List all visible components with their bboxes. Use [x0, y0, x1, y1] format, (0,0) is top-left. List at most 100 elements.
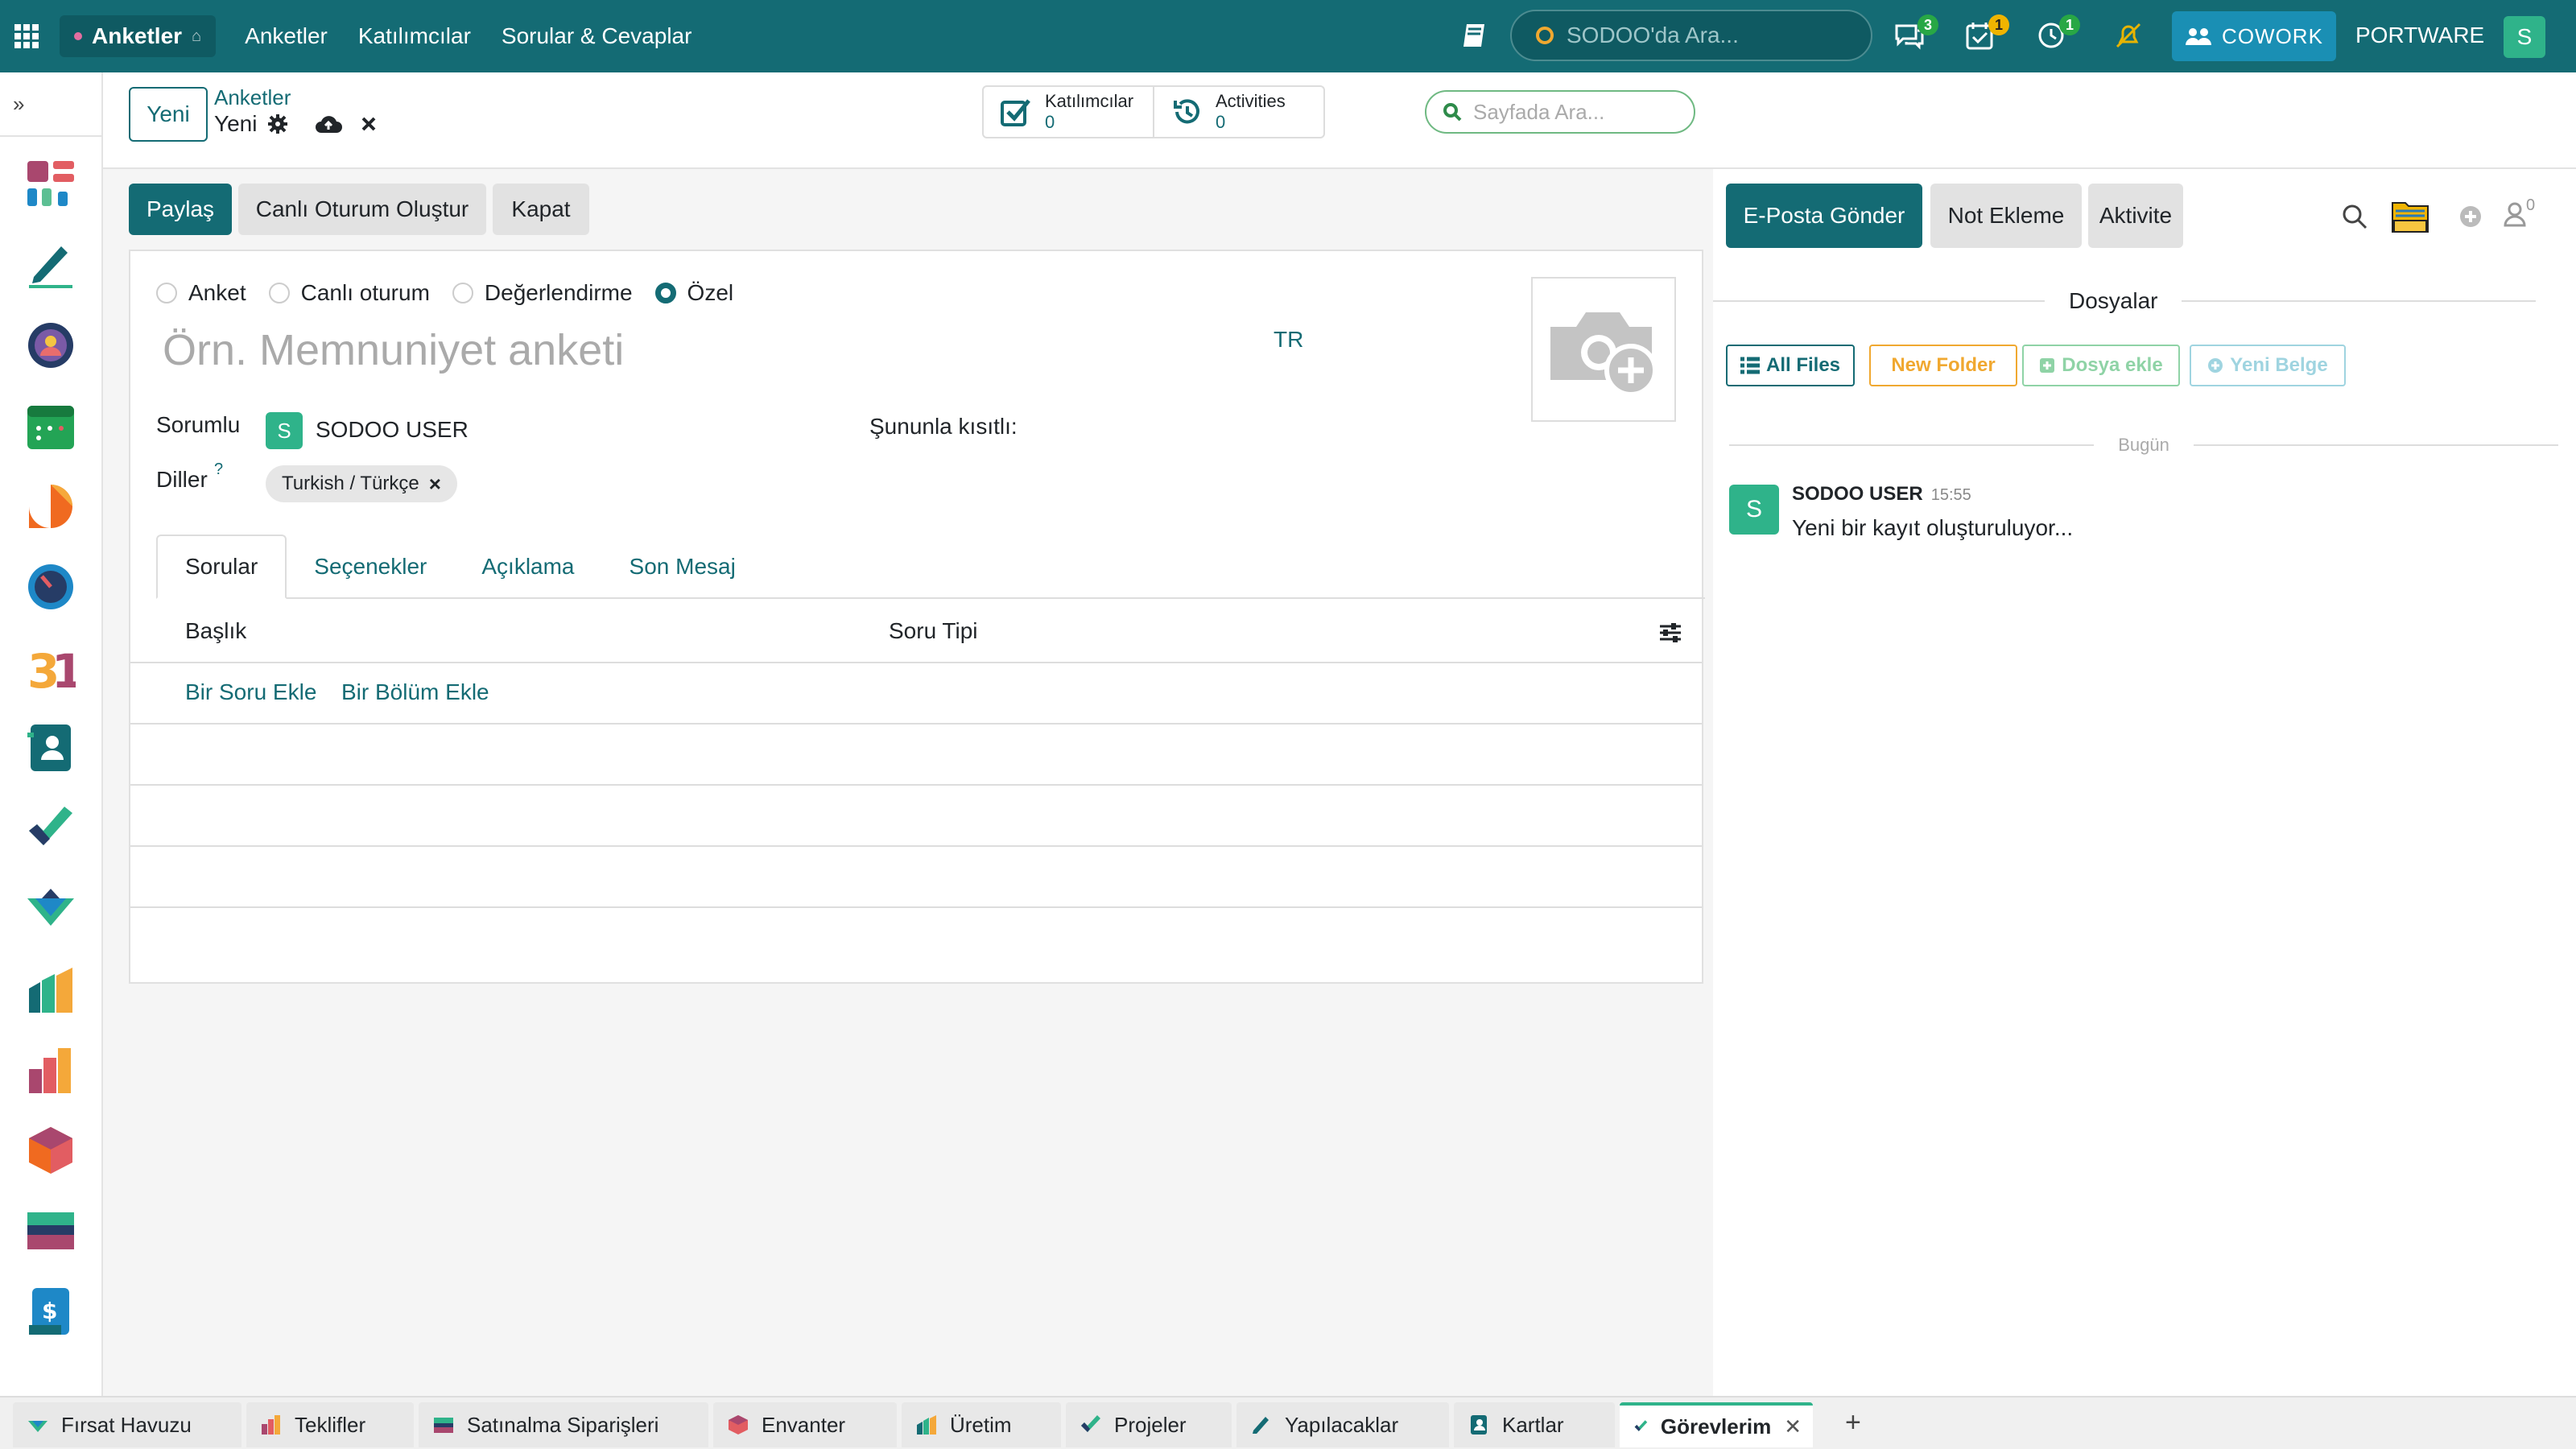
menu-item-sorular-cevaplar[interactable]: Sorular & Cevaplar — [502, 23, 692, 49]
menu-item-katilimcilar[interactable]: Katılımcılar — [358, 23, 471, 49]
app-name: Anketler — [92, 23, 183, 48]
breadcrumb-parent[interactable]: Anketler — [214, 85, 291, 110]
cowork-button[interactable]: COWORK — [2172, 11, 2336, 61]
add-question-link[interactable]: Bir Soru Ekle — [185, 679, 316, 705]
folder-icon[interactable] — [2391, 198, 2429, 233]
crm-app-icon[interactable] — [26, 884, 76, 934]
messages-button[interactable]: 3 — [1893, 14, 1938, 52]
survey-title-input[interactable]: Örn. Memnuniyet anketi — [163, 325, 624, 375]
activity-button[interactable]: Aktivite — [2088, 184, 2183, 248]
tab-son-mesaj[interactable]: Son Mesaj — [602, 535, 763, 599]
bottom-tab-satinalma[interactable]: Satınalma Siparişleri — [419, 1402, 708, 1447]
current-app-button[interactable]: Anketler ⌂ — [60, 15, 217, 57]
message-author-avatar[interactable]: S — [1729, 485, 1779, 535]
bottom-tab-envanter[interactable]: Envanter — [713, 1402, 897, 1447]
discuss-app-icon[interactable] — [26, 481, 76, 531]
book-icon[interactable] — [1459, 19, 1491, 52]
participants-stat-button[interactable]: Katılımcılar 0 — [984, 87, 1153, 137]
tab-secenekler[interactable]: Seçenekler — [287, 535, 454, 599]
todo-app-icon[interactable] — [26, 803, 76, 853]
send-email-button[interactable]: E-Posta Gönder — [1726, 184, 1922, 248]
notifications-muted-icon[interactable] — [2112, 19, 2145, 52]
column-settings-icon[interactable] — [1658, 621, 1682, 644]
message-author[interactable]: SODOO USER — [1792, 483, 1923, 506]
image-upload[interactable] — [1531, 277, 1676, 422]
column-soru-tipi[interactable]: Soru Tipi — [889, 618, 978, 644]
user-avatar[interactable]: S — [2504, 16, 2545, 58]
calendar-app-icon[interactable] — [26, 401, 76, 451]
search-icon[interactable] — [2341, 203, 2368, 230]
radio-degerlendirme[interactable]: Değerlendirme — [452, 280, 633, 306]
close-button[interactable]: Kapat — [493, 184, 589, 235]
table-row — [130, 724, 1702, 786]
messages-badge: 3 — [1918, 14, 1938, 35]
inventory-app-icon[interactable] — [26, 1125, 76, 1175]
dashboard-app-icon[interactable] — [26, 159, 76, 209]
timesheet-app-icon[interactable] — [26, 562, 76, 612]
bottom-tab-teklifler[interactable]: Teklifler — [246, 1402, 414, 1447]
column-baslik[interactable]: Başlık — [185, 618, 246, 644]
plus-circle-icon — [2208, 358, 2223, 373]
bottom-tab-kartlar[interactable]: Kartlar — [1454, 1402, 1615, 1447]
sales-app-icon[interactable] — [26, 1045, 76, 1095]
tab-aciklama[interactable]: Açıklama — [454, 535, 601, 599]
calendar-31-icon[interactable]: 31 — [26, 642, 76, 692]
menu-item-anketler[interactable]: Anketler — [245, 23, 328, 49]
contacts-app-icon[interactable] — [26, 723, 76, 773]
add-note-button[interactable]: Not Ekleme — [1930, 184, 2082, 248]
gear-icon[interactable] — [268, 114, 288, 134]
activities-button[interactable]: 1 — [2035, 14, 2080, 52]
new-document-button[interactable]: Yeni Belge — [2190, 345, 2346, 386]
app-dot-icon — [74, 32, 82, 40]
bottom-tab-firsat-havuzu[interactable]: Fırsat Havuzu — [13, 1402, 242, 1447]
new-button[interactable]: Yeni — [129, 87, 208, 142]
invoicing-app-icon[interactable]: $ — [26, 1286, 76, 1336]
cloud-upload-icon[interactable] — [315, 114, 343, 134]
new-folder-button[interactable]: New Folder — [1869, 345, 2017, 386]
contacts-icon — [1471, 1415, 1487, 1435]
message-time: 15:55 — [1930, 486, 1971, 504]
discard-icon[interactable] — [360, 115, 378, 133]
radio-canli-oturum[interactable]: Canlı oturum — [268, 280, 430, 306]
activities-stat-button[interactable]: Activities 0 — [1153, 87, 1323, 137]
apps-menu-icon[interactable] — [14, 24, 39, 48]
inventory-icon — [729, 1415, 748, 1435]
translate-button[interactable]: TR — [1274, 327, 1303, 353]
form-tabs: Sorular Seçenekler Açıklama Son Mesaj — [156, 535, 1705, 599]
purchase-app-icon[interactable] — [26, 1206, 76, 1256]
add-file-button[interactable]: Dosya ekle — [2022, 345, 2180, 386]
company-switcher[interactable]: PORTWARE — [2355, 23, 2484, 48]
notes-app-icon[interactable] — [26, 240, 76, 290]
breadcrumb: Yeni — [214, 111, 378, 137]
table-add-row: Bir Soru Ekle Bir Bölüm Ekle — [130, 663, 1702, 724]
languages-label: Diller — [156, 467, 208, 492]
page-search-input[interactable]: Sayfada Ara... — [1425, 90, 1695, 134]
history-icon — [1174, 99, 1199, 124]
app-sidebar: » 31 $ — [0, 72, 103, 1396]
bottom-tab-gorevlerim[interactable]: Görevlerim ✕ — [1620, 1402, 1813, 1447]
global-search-input[interactable]: SODOO'da Ara... — [1510, 10, 1872, 61]
add-section-link[interactable]: Bir Bölüm Ekle — [341, 679, 489, 705]
add-follower-icon[interactable] — [2458, 204, 2483, 229]
radio-ozel[interactable]: Özel — [654, 280, 733, 306]
sidebar-toggle-icon[interactable]: » — [0, 72, 101, 137]
radio-anket[interactable]: Anket — [156, 280, 246, 306]
close-tab-icon[interactable]: ✕ — [1784, 1414, 1802, 1439]
all-files-button[interactable]: All Files — [1726, 345, 1855, 386]
calendar-button[interactable]: 1 — [1964, 14, 2009, 52]
manufacturing-app-icon[interactable] — [26, 964, 76, 1014]
share-button[interactable]: Paylaş — [129, 184, 232, 235]
followers-button[interactable]: 0 — [2504, 196, 2535, 227]
add-tab-icon[interactable]: + — [1845, 1407, 1861, 1439]
bottom-tab-uretim[interactable]: Üretim — [902, 1402, 1061, 1447]
chatter-panel: E-Posta Gönder Not Ekleme Aktivite 0 Dos… — [1713, 169, 2576, 1396]
languages-help-icon[interactable]: ? — [214, 460, 223, 479]
bottom-tab-yapilacaklar[interactable]: Yapılacaklar — [1236, 1402, 1449, 1447]
tab-sorular[interactable]: Sorular — [156, 535, 287, 599]
responsible-field[interactable]: SODOO USER — [316, 417, 469, 443]
community-app-icon[interactable] — [26, 320, 76, 370]
bottom-tab-projeler[interactable]: Projeler — [1066, 1402, 1232, 1447]
remove-tag-icon[interactable]: × — [429, 472, 441, 497]
list-icon — [1740, 357, 1760, 374]
create-live-session-button[interactable]: Canlı Oturum Oluştur — [238, 184, 486, 235]
